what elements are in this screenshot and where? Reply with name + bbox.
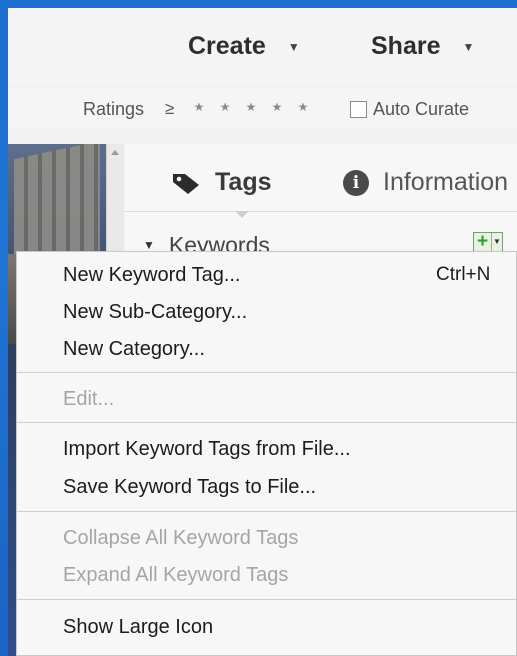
tab-divider [125, 211, 517, 212]
auto-curate-toggle[interactable]: Auto Curate [350, 99, 469, 120]
menu-item-label: Show Large Icon [63, 616, 214, 638]
star-icon[interactable]: ★ [212, 100, 238, 114]
menu-item-label: Save Keyword Tags to File... [63, 476, 317, 498]
auto-curate-checkbox[interactable] [350, 101, 367, 118]
star-icon[interactable]: ★ [290, 100, 316, 114]
menu-separator [17, 511, 516, 512]
star-icon[interactable]: ★ [238, 100, 264, 114]
menu-item-label: New Category... [63, 338, 205, 360]
tab-tags-label: Tags [215, 168, 272, 196]
menu-item-label: New Sub-Category... [63, 301, 248, 323]
menu-item-label: New Keyword Tag... [63, 264, 241, 286]
star-icon[interactable]: ★ [264, 100, 290, 114]
menu-item-new-category[interactable]: New Category... [63, 338, 205, 361]
ratings-operator: ≥ [165, 99, 175, 118]
star-rating-filter: ★ ★ ★ ★ ★ [186, 100, 316, 114]
menu-item-show-large-icon[interactable]: Show Large Icon [63, 616, 213, 639]
ratings-label: Ratings [83, 99, 145, 119]
info-icon: i [343, 169, 369, 196]
tag-icon [173, 173, 199, 194]
star-icon[interactable]: ★ [186, 100, 212, 114]
chevron-down-icon: ▼ [287, 39, 300, 54]
create-label: Create [188, 32, 266, 60]
menu-item-new-sub-category[interactable]: New Sub-Category... [63, 301, 247, 324]
menu-item-new-keyword-tag[interactable]: New Keyword Tag... [63, 264, 241, 287]
share-button[interactable]: Share ▼ [371, 32, 474, 61]
menu-item-label: Collapse All Keyword Tags [63, 527, 299, 549]
menu-separator [17, 599, 516, 600]
auto-curate-label: Auto Curate [373, 99, 470, 119]
menu-separator [17, 422, 516, 423]
tab-information[interactable]: i Information [343, 168, 508, 197]
menu-item-label: Import Keyword Tags from File... [63, 438, 351, 460]
chevron-down-icon: ▼ [491, 233, 502, 251]
menu-item-import-keyword-tags[interactable]: Import Keyword Tags from File... [63, 438, 351, 461]
menu-separator [17, 372, 516, 373]
scroll-up-arrow-icon[interactable] [111, 150, 119, 155]
menu-item-expand-all: Expand All Keyword Tags [63, 564, 288, 587]
ratings-filter-bar: Ratings ≥ ★ ★ ★ ★ ★ Auto Curate [8, 88, 517, 128]
tab-tags[interactable]: Tags [171, 168, 272, 197]
menu-item-edit: Edit... [63, 388, 114, 411]
chevron-down-icon: ▼ [462, 39, 475, 54]
create-button[interactable]: Create ▼ [188, 32, 300, 61]
add-keyword-button[interactable]: + ▼ [473, 232, 503, 252]
shortcut-label: Ctrl+N [436, 264, 491, 285]
plus-icon: + [476, 231, 489, 252]
top-action-bar: Create ▼ Share ▼ [8, 8, 517, 83]
menu-item-label: Expand All Keyword Tags [63, 564, 289, 586]
expand-arrow-icon[interactable]: ▼ [143, 238, 155, 252]
keyword-context-menu: New Keyword Tag... Ctrl+N New Sub-Catego… [16, 251, 517, 656]
tab-information-label: Information [383, 168, 509, 196]
share-label: Share [371, 32, 441, 60]
menu-item-collapse-all: Collapse All Keyword Tags [63, 527, 298, 550]
menu-item-label: Edit... [63, 388, 115, 410]
active-tab-indicator [235, 211, 249, 218]
menu-item-save-keyword-tags[interactable]: Save Keyword Tags to File... [63, 476, 316, 499]
